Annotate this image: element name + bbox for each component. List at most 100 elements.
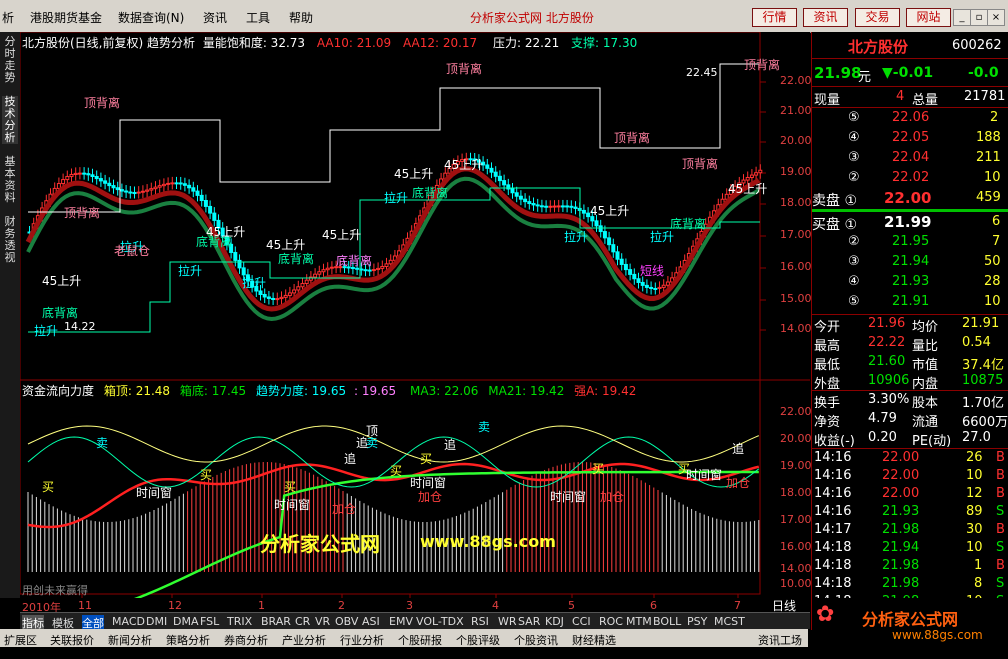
extension-tab[interactable]: 个股评级 (456, 632, 500, 648)
extension-tab[interactable]: 关联报价 (50, 632, 94, 648)
indicator-tab[interactable]: DMA (173, 615, 199, 628)
extension-tab[interactable]: 券商分析 (224, 632, 268, 648)
quote-button[interactable]: 行情 (752, 8, 797, 27)
date-label: 1 (258, 599, 265, 612)
indicator-tab[interactable]: DMI (146, 615, 167, 628)
candle-body (212, 212, 217, 221)
price-tick: 22.00 (780, 74, 812, 87)
menu-item-hk-futures[interactable]: 港股期货基金 (30, 9, 102, 26)
candle-body (170, 182, 175, 185)
extension-tab[interactable]: 策略分析 (166, 632, 210, 648)
tab-fundamentals[interactable]: 基本资料 (2, 156, 18, 204)
stat-label: 净资 (814, 415, 841, 430)
indicator-tab[interactable]: KDJ (545, 615, 564, 628)
candle-body (233, 251, 238, 261)
candle-body (489, 167, 494, 173)
divider (812, 314, 1008, 315)
chart-canvas (20, 32, 810, 598)
extension-tab[interactable]: 新闻分析 (108, 632, 152, 648)
menu-item-analysis[interactable]: 析 (2, 9, 14, 26)
bid-level: ⑤ (848, 294, 860, 309)
quote-panel: 北方股份 600262 21.98 元 ▼-0.01 -0.0 现量 4 总量 … (811, 32, 1008, 630)
stat-value: 0.54 (962, 335, 991, 350)
box-line (27, 425, 759, 463)
signal-buy: 买 (420, 452, 433, 466)
indicator-tab[interactable]: BRAR (261, 615, 291, 628)
signal-top-divergence: 顶背离 (682, 157, 719, 171)
extension-tab[interactable]: 财经精选 (572, 632, 616, 648)
candle-body (82, 172, 87, 175)
tick-price: 21.98 (882, 522, 920, 537)
menu-item-data-query[interactable]: 数据查询(N) (118, 9, 184, 26)
extension-tab[interactable]: 个股资讯 (514, 632, 558, 648)
candle-body (275, 298, 280, 301)
indicator-tab[interactable]: BOLL (653, 615, 681, 628)
tick-row[interactable]: 14:16 22.00 12 B (812, 486, 1008, 504)
tick-volume: 10 (966, 468, 983, 483)
minimize-icon[interactable]: _ (953, 9, 971, 26)
candle-body (502, 180, 507, 186)
indicator-tab[interactable]: CR (295, 615, 310, 628)
candle-body (657, 286, 662, 289)
indicator-tab[interactable]: MTM (626, 615, 652, 628)
extension-tab[interactable]: 产业分析 (282, 632, 326, 648)
website-button[interactable]: 网站 (906, 8, 951, 27)
tick-row[interactable]: 14:17 21.98 30 B (812, 522, 1008, 540)
menu-item-help[interactable]: 帮助 (289, 9, 313, 26)
tick-row[interactable]: 14:18 21.98 1 B (812, 558, 1008, 576)
restore-icon[interactable]: ▫ (970, 9, 988, 26)
close-icon[interactable]: × (987, 9, 1005, 26)
indicator-tab[interactable]: RSI (471, 615, 489, 628)
tick-row[interactable]: 14:16 22.00 10 B (812, 468, 1008, 486)
signal-45-rise: 45上升 (394, 167, 434, 181)
tick-row[interactable]: 14:18 21.98 8 S (812, 576, 1008, 594)
sub-tick: 17.00 (780, 513, 812, 526)
signal-45-rise: 45上升 (266, 238, 306, 252)
tick-row[interactable]: 14:18 21.94 10 S (812, 540, 1008, 558)
candle-body (548, 205, 553, 208)
signal-bottom-divergence: 底背离 (42, 306, 79, 320)
indicator-tab[interactable]: ROC (599, 615, 623, 628)
last-price: 21.98 (814, 64, 862, 82)
info-button[interactable]: 资讯 (803, 8, 848, 27)
indicator-tab[interactable]: FSL (200, 615, 219, 628)
info-workshop-button[interactable]: 资讯工场 (758, 632, 802, 648)
extension-tab[interactable]: 行业分析 (340, 632, 384, 648)
tick-direction: B (996, 522, 1005, 537)
indicator-tab[interactable]: MCST (714, 615, 745, 628)
stats-table: 今开 21.96 均价 21.91 最高 22.22 量比 0.54 最低 21.60 市值 37.4… (812, 316, 1008, 392)
indicator-tab[interactable]: VOL-TDX (416, 615, 464, 628)
tab-financials[interactable]: 财务透视 (2, 216, 18, 264)
candle-body (107, 182, 112, 187)
tick-row[interactable]: 14:16 21.93 89 S (812, 504, 1008, 522)
divider (812, 58, 1008, 59)
candle-body (371, 269, 376, 272)
indicator-tab[interactable]: WR (498, 615, 517, 628)
tick-direction: B (996, 450, 1005, 465)
kline-chart[interactable]: 北方股份(日线,前复权) 趋势分析 量能饱和度: 32.73 AA10: 21.… (20, 32, 812, 614)
indicator-tab[interactable]: VR (315, 615, 330, 628)
indicator-tab[interactable]: SAR (518, 615, 540, 628)
menu-item-info[interactable]: 资讯 (203, 9, 227, 26)
candle-body (145, 189, 150, 192)
tab-intraday[interactable]: 分时走势 (2, 36, 18, 84)
extension-tab[interactable]: 个股研报 (398, 632, 442, 648)
signal-short-term: 短线 (640, 264, 665, 278)
indicator-tab[interactable]: PSY (687, 615, 707, 628)
indicator-tab[interactable]: CCI (572, 615, 591, 628)
indicator-tab[interactable]: TRIX (227, 615, 252, 628)
stat-row: 换手 3.30% 股本 1.70亿 (812, 392, 1008, 411)
menu-item-tools[interactable]: 工具 (246, 9, 270, 26)
indicator-tab[interactable]: MACD (112, 615, 145, 628)
low-price-label: 14.22 (64, 320, 96, 333)
indicator-tab[interactable]: EMV (389, 615, 413, 628)
tab-technical[interactable]: 技术分析 (2, 96, 18, 144)
indicator-tab[interactable]: OBV (335, 615, 358, 628)
stat-label: 今开 (814, 320, 841, 335)
ask-price: 22.05 (892, 130, 930, 145)
candle-body (98, 178, 103, 182)
extension-tab[interactable]: 扩展区 (4, 632, 37, 648)
trade-button[interactable]: 交易 (855, 8, 900, 27)
tick-row[interactable]: 14:16 22.00 26 B (812, 450, 1008, 468)
indicator-tab[interactable]: ASI (362, 615, 380, 628)
